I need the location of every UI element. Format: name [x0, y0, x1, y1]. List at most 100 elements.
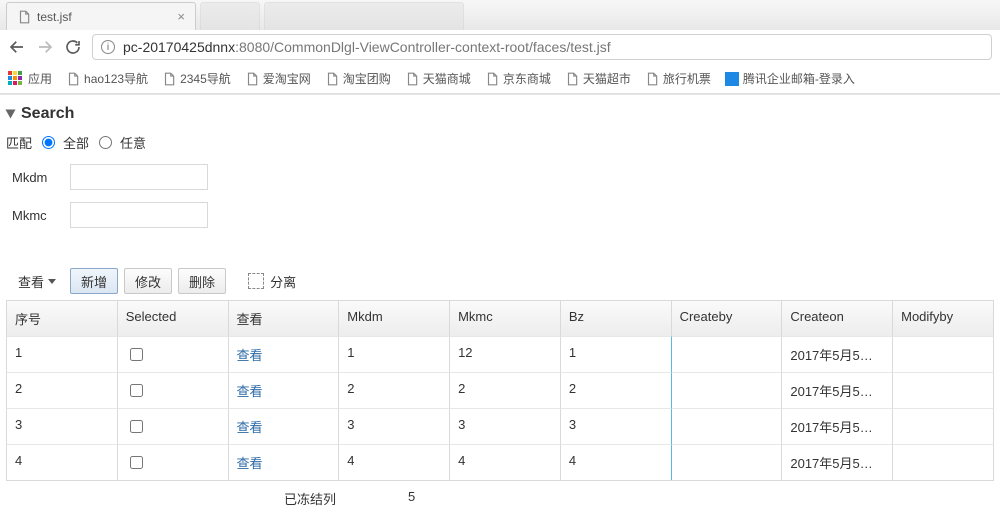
chevron-down-icon [6, 110, 16, 119]
col-mkmc[interactable]: Mkmc [450, 301, 561, 336]
cell-modifyby [893, 372, 994, 408]
cell-selected [118, 372, 229, 408]
cell-bz: 2 [561, 372, 672, 408]
col-modifyby[interactable]: Modifyby [893, 301, 994, 336]
bookmark-item[interactable]: 天猫商城 [405, 70, 471, 87]
toolbar: 查看 新增 修改 删除 分离 [6, 262, 994, 300]
row-checkbox[interactable] [130, 456, 143, 469]
grid-body: 1查看11212017年5月5日 上...2查看2222017年5月5日 上..… [7, 336, 994, 480]
bookmark-item[interactable]: hao123导航 [66, 70, 148, 87]
file-icon [325, 72, 339, 86]
bookmark-label: 2345导航 [180, 70, 231, 87]
table-row[interactable]: 4查看4442017年5月5日 上... [7, 444, 994, 480]
cell-bz: 3 [561, 408, 672, 444]
data-grid: 序号 Selected 查看 Mkdm Mkmc Bz Createby Cre… [6, 300, 994, 481]
cell-view: 查看 [229, 372, 340, 408]
col-bz[interactable]: Bz [561, 301, 672, 336]
mkdm-label: Mkdm [12, 170, 62, 185]
bookmark-label: 腾讯企业邮箱-登录入 [743, 70, 855, 87]
col-selected[interactable]: Selected [118, 301, 229, 336]
col-mkdm[interactable]: Mkdm [339, 301, 450, 336]
match-row: 匹配 全部 任意 [6, 127, 994, 158]
bookmark-label: 旅行机票 [663, 70, 711, 87]
file-icon [405, 72, 419, 86]
delete-button[interactable]: 删除 [178, 268, 226, 294]
row-checkbox[interactable] [130, 348, 143, 361]
browser-tab-inactive[interactable] [264, 2, 464, 30]
col-createon[interactable]: Createon [782, 301, 893, 336]
match-any-radio[interactable] [99, 136, 112, 149]
grid-footer: 已冻结列 5 [6, 481, 994, 516]
frozen-cols-count: 5 [336, 489, 415, 508]
cell-createon: 2017年5月5日 上... [782, 408, 893, 444]
detach-button[interactable]: 分离 [248, 272, 296, 291]
cell-createby [672, 336, 783, 372]
bookmark-mail[interactable]: 腾讯企业邮箱-登录入 [725, 70, 855, 87]
cell-mkmc: 12 [450, 336, 561, 372]
form-row-mkdm: Mkdm [6, 158, 994, 196]
cell-mkdm: 2 [339, 372, 450, 408]
col-seq[interactable]: 序号 [7, 301, 118, 336]
apps-button[interactable]: 应用 [8, 70, 52, 87]
bookmark-label: hao123导航 [84, 70, 148, 87]
view-link[interactable]: 查看 [237, 456, 263, 471]
form-row-mkmc: Mkmc [6, 196, 994, 234]
col-createby[interactable]: Createby [672, 301, 783, 336]
bookmarks-bar: 应用 hao123导航 2345导航 爱淘宝网 淘宝团购 天猫商城 京东商城 天… [0, 64, 1000, 94]
bookmark-item[interactable]: 天猫超市 [565, 70, 631, 87]
cell-view: 查看 [229, 336, 340, 372]
row-checkbox[interactable] [130, 420, 143, 433]
match-all-label: 全部 [63, 133, 89, 152]
url-input[interactable]: i pc-20170425dnnx:8080/CommonDlgl-ViewCo… [92, 34, 992, 60]
add-button[interactable]: 新增 [70, 268, 118, 294]
table-row[interactable]: 2查看2222017年5月5日 上... [7, 372, 994, 408]
cell-createon: 2017年5月5日 上... [782, 372, 893, 408]
browser-chrome: test.jsf × i pc-20170425dnnx:8080/Common… [0, 0, 1000, 95]
view-link[interactable]: 查看 [237, 348, 263, 363]
mail-icon [725, 72, 739, 86]
match-label: 匹配 [6, 133, 32, 152]
table-row[interactable]: 3查看3332017年5月5日 上... [7, 408, 994, 444]
frozen-cols-label: 已冻结列 [6, 489, 336, 508]
bookmark-item[interactable]: 淘宝团购 [325, 70, 391, 87]
edit-button[interactable]: 修改 [124, 268, 172, 294]
cell-seq: 4 [7, 444, 118, 480]
mkmc-input[interactable] [70, 202, 208, 228]
view-dropdown[interactable]: 查看 [10, 272, 64, 291]
close-icon[interactable]: × [177, 9, 185, 24]
browser-tab-active[interactable]: test.jsf × [6, 2, 196, 30]
url-path: :8080/CommonDlgl-ViewController-context-… [235, 39, 611, 55]
table-row[interactable]: 1查看11212017年5月5日 上... [7, 336, 994, 372]
cell-mkmc: 3 [450, 408, 561, 444]
row-checkbox[interactable] [130, 384, 143, 397]
browser-tab-inactive[interactable] [200, 2, 260, 30]
forward-button[interactable] [36, 38, 54, 56]
file-icon [66, 72, 80, 86]
cell-mkmc: 4 [450, 444, 561, 480]
file-icon [162, 72, 176, 86]
tab-title: test.jsf [37, 10, 177, 24]
file-icon [565, 72, 579, 86]
cell-bz: 4 [561, 444, 672, 480]
match-all-radio[interactable] [42, 136, 55, 149]
address-bar-row: i pc-20170425dnnx:8080/CommonDlgl-ViewCo… [0, 30, 1000, 64]
bookmark-item[interactable]: 爱淘宝网 [245, 70, 311, 87]
cell-modifyby [893, 408, 994, 444]
back-button[interactable] [8, 38, 26, 56]
file-icon [645, 72, 659, 86]
bookmark-item[interactable]: 旅行机票 [645, 70, 711, 87]
view-link[interactable]: 查看 [237, 420, 263, 435]
bookmark-item[interactable]: 京东商城 [485, 70, 551, 87]
view-label: 查看 [18, 272, 44, 291]
view-link[interactable]: 查看 [237, 384, 263, 399]
bookmark-label: 淘宝团购 [343, 70, 391, 87]
chevron-down-icon [48, 279, 56, 284]
cell-view: 查看 [229, 408, 340, 444]
reload-button[interactable] [64, 38, 82, 56]
mkdm-input[interactable] [70, 164, 208, 190]
bookmark-item[interactable]: 2345导航 [162, 70, 231, 87]
search-section-header[interactable]: Search [6, 101, 994, 127]
site-info-icon[interactable]: i [101, 40, 115, 54]
cell-selected [118, 408, 229, 444]
col-view[interactable]: 查看 [229, 301, 340, 336]
